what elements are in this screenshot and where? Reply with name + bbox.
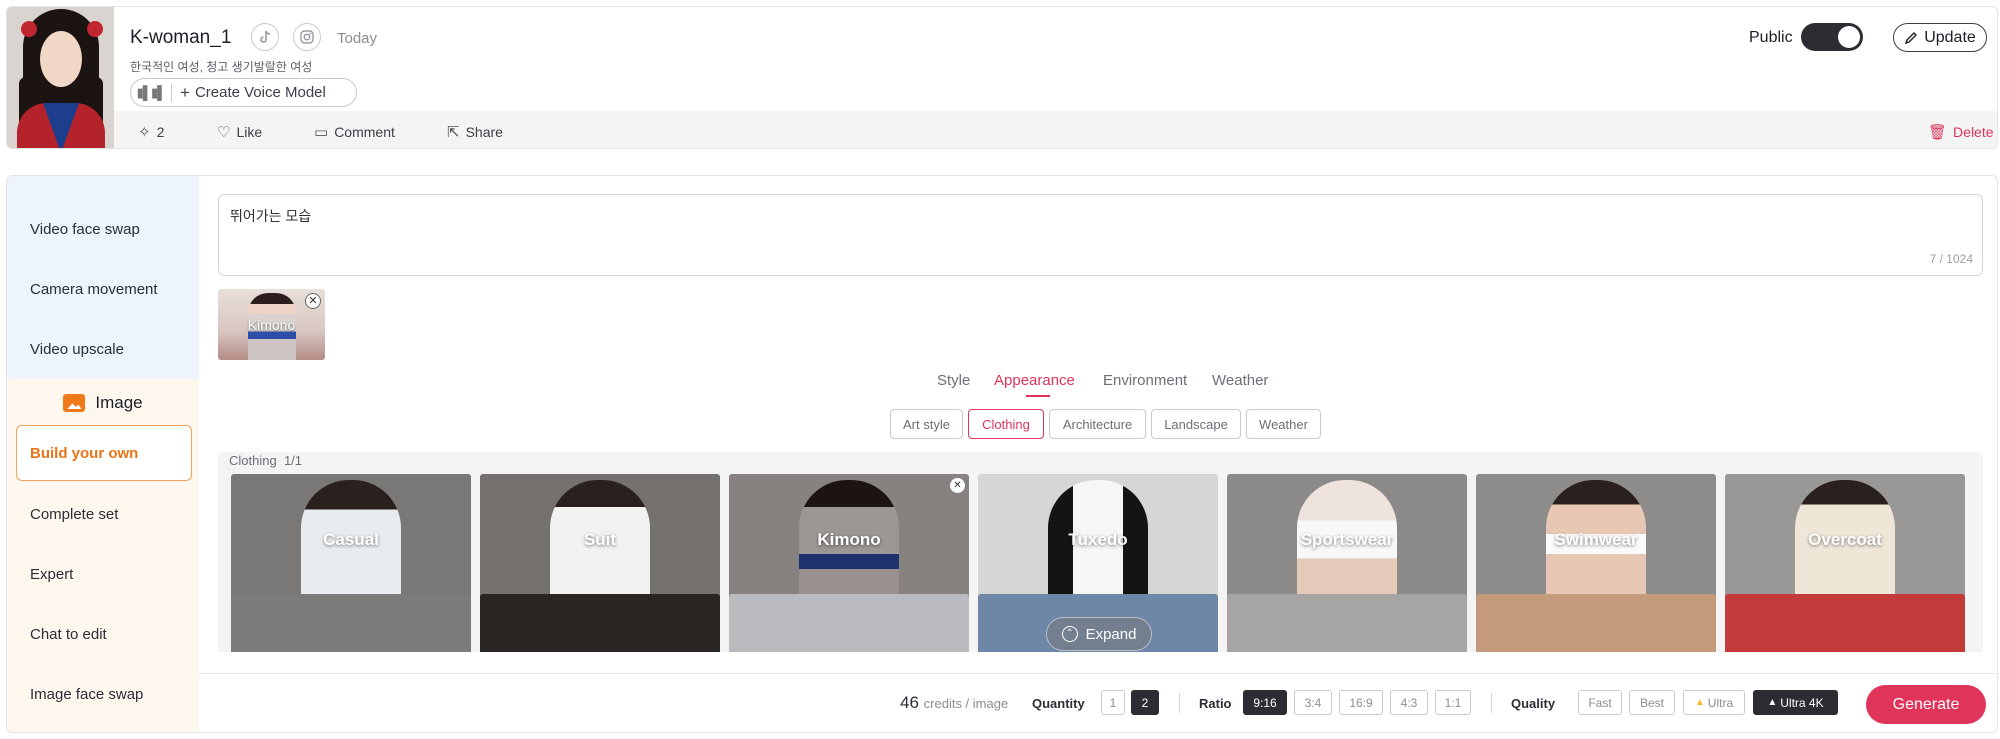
tiktok-icon[interactable] xyxy=(251,23,279,51)
sidebar-item-video-upscale[interactable]: Video upscale xyxy=(30,341,124,358)
filter-landscape[interactable]: Landscape xyxy=(1151,409,1241,439)
quality-option-best[interactable]: Best xyxy=(1629,690,1675,715)
grid-header: Clothing 1/1 xyxy=(229,453,303,468)
ratio-label: Ratio xyxy=(1199,696,1232,711)
filter-architecture[interactable]: Architecture xyxy=(1049,409,1146,439)
sidebar-item-build-your-own[interactable]: Build your own xyxy=(16,425,192,481)
ratio-option-16-9[interactable]: 16:9 xyxy=(1339,690,1383,715)
quality-label: Quality xyxy=(1511,696,1556,711)
profile-name: K-woman_1 xyxy=(130,27,232,48)
ratio-option-3-4[interactable]: 3:4 xyxy=(1294,690,1332,715)
tile-kimono[interactable]: Kimono ✕ xyxy=(729,474,969,609)
quantity-label: Quantity xyxy=(1032,696,1085,711)
tile-swimwear[interactable]: Swimwear xyxy=(1476,474,1716,609)
deselect-tile-icon[interactable]: ✕ xyxy=(950,478,965,493)
comment-button[interactable]: ▭ Comment xyxy=(314,123,395,141)
quality-option-ultra[interactable]: ▲ Ultra xyxy=(1683,690,1745,715)
sidebar-item-video-face-swap[interactable]: Video face swap xyxy=(30,221,140,238)
tile-row2-2[interactable] xyxy=(480,594,720,652)
generate-bar: 46 credits / image Quantity 1 2 Ratio 9:… xyxy=(199,673,1997,732)
sidebar-section-image: Image xyxy=(7,388,199,418)
image-icon xyxy=(63,394,86,412)
profile-description: 한국적인 여성, 청고 생기발랄한 여성 xyxy=(130,60,313,74)
builder-content: 뛰어가는 모습 7 / 1024 Kimono ✕ Style Appearan… xyxy=(199,176,1997,732)
selected-chip-kimono[interactable]: Kimono ✕ xyxy=(218,289,325,360)
tile-row2-3[interactable] xyxy=(729,594,969,652)
pencil-icon xyxy=(1905,31,1918,44)
tile-sportswear[interactable]: Sportswear xyxy=(1227,474,1467,609)
tab-environment[interactable]: Environment xyxy=(1103,372,1187,389)
public-label: Public xyxy=(1749,29,1793,46)
delete-button[interactable]: 🗑 Delete xyxy=(1928,123,1994,141)
comment-icon: ▭ xyxy=(314,124,329,141)
ratio-option-9-16[interactable]: 9:16 xyxy=(1243,690,1287,715)
sidebar-item-camera-movement[interactable]: Camera movement xyxy=(30,281,158,298)
char-counter: 7 / 1024 xyxy=(1929,252,1973,266)
app-root: K-woman_1 Today 한국적인 여성, 청고 생기발랄한 여성 ▮▌▮… xyxy=(0,0,2000,739)
heart-icon: ♡ xyxy=(217,124,231,141)
sidebar-item-complete-set[interactable]: Complete set xyxy=(30,506,118,523)
ultra-gem-icon: ▲ xyxy=(1694,697,1705,708)
sidebar: Video face swap Camera movement Video up… xyxy=(7,176,199,732)
tab-weather[interactable]: Weather xyxy=(1212,372,1268,389)
ultra-gem-icon: ▲ xyxy=(1767,697,1778,708)
tile-row2-7[interactable] xyxy=(1725,594,1965,652)
tab-underline xyxy=(1026,395,1050,397)
prompt-input[interactable]: 뛰어가는 모습 7 / 1024 xyxy=(218,194,1983,276)
tab-appearance[interactable]: Appearance xyxy=(994,372,1075,389)
filter-clothing[interactable]: Clothing xyxy=(968,409,1044,439)
tile-row2-1[interactable] xyxy=(231,594,471,652)
share-icon: ⇱ xyxy=(447,124,460,141)
ratio-option-4-3[interactable]: 4:3 xyxy=(1390,690,1428,715)
expand-button[interactable]: ⌃ Expand xyxy=(1046,617,1152,651)
quantity-option-2[interactable]: 2 xyxy=(1131,690,1159,715)
generate-button[interactable]: Generate xyxy=(1866,685,1986,724)
audio-wave-icon: ▮▌▮▌ xyxy=(136,84,167,100)
remove-chip-icon[interactable]: ✕ xyxy=(305,293,321,309)
plus-icon: + xyxy=(180,82,190,102)
trash-icon: 🗑 xyxy=(1928,124,1948,141)
tile-row2-5[interactable] xyxy=(1227,594,1467,652)
sidebar-item-chat-to-edit[interactable]: Chat to edit xyxy=(30,626,107,643)
create-voice-model-button[interactable]: ▮▌▮▌ + Create Voice Model xyxy=(130,78,357,107)
favorite-count[interactable]: ✧ 2 xyxy=(138,123,164,141)
profile-card: K-woman_1 Today 한국적인 여성, 청고 생기발랄한 여성 ▮▌▮… xyxy=(6,6,1998,149)
quantity-option-1[interactable]: 1 xyxy=(1101,690,1125,715)
avatar[interactable] xyxy=(7,7,114,148)
tab-style[interactable]: Style xyxy=(937,372,970,389)
public-toggle[interactable] xyxy=(1801,23,1863,51)
tile-casual[interactable]: Casual xyxy=(231,474,471,609)
filter-weather[interactable]: Weather xyxy=(1246,409,1321,439)
sidebar-item-expert[interactable]: Expert xyxy=(30,566,73,583)
actions-bar: ✧ 2 ♡ Like ▭ Comment ⇱ Share 🗑 Delete xyxy=(114,111,1997,148)
share-button[interactable]: ⇱ Share xyxy=(447,123,503,141)
credits-cost: 46 credits / image xyxy=(900,693,1009,712)
editor-panel: Video face swap Camera movement Video up… xyxy=(6,175,1998,733)
tile-row2-6[interactable] xyxy=(1476,594,1716,652)
quality-option-ultra-4k[interactable]: ▲ Ultra 4K xyxy=(1753,690,1838,715)
tile-suit[interactable]: Suit xyxy=(480,474,720,609)
tile-tuxedo[interactable]: Tuxedo xyxy=(978,474,1218,609)
tile-overcoat[interactable]: Overcoat xyxy=(1725,474,1965,609)
sparkle-icon: ✧ xyxy=(138,124,151,141)
filter-art-style[interactable]: Art style xyxy=(890,409,963,439)
update-button[interactable]: Update xyxy=(1893,23,1987,52)
sidebar-item-image-face-swap[interactable]: Image face swap xyxy=(30,686,143,703)
instagram-icon[interactable] xyxy=(293,23,321,51)
chevron-up-icon: ⌃ xyxy=(1061,626,1078,642)
ratio-option-1-1[interactable]: 1:1 xyxy=(1435,690,1471,715)
like-button[interactable]: ♡ Like xyxy=(217,123,262,141)
quality-option-fast[interactable]: Fast xyxy=(1578,690,1622,715)
post-time: Today xyxy=(337,30,378,47)
